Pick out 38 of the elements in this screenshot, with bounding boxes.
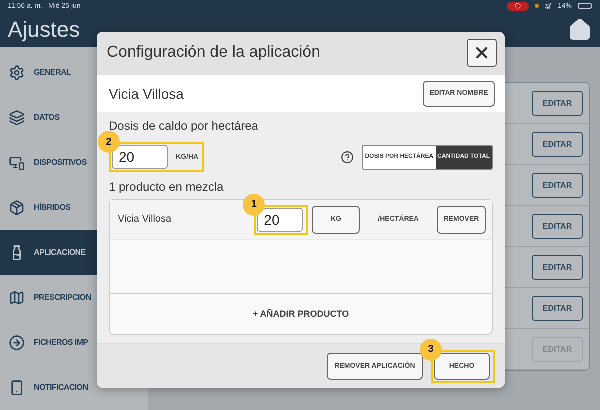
recording-icon: [506, 2, 529, 10]
sidebar-icon: [9, 110, 25, 126]
sidebar-icon: [9, 290, 25, 306]
sidebar-label: DATOS: [34, 113, 60, 122]
help-icon[interactable]: [341, 150, 354, 164]
sidebar-item[interactable]: NOTIFICACION: [0, 365, 148, 410]
indicator-dot: [534, 4, 539, 8]
edit-button[interactable]: EDITAR: [532, 254, 583, 280]
dialog-title: Configuración de la aplicación: [107, 44, 322, 62]
edit-button[interactable]: EDITAR: [532, 172, 583, 198]
product-name: Vicia Villosa: [118, 214, 173, 226]
sidebar-label: NOTIFICACION: [34, 383, 88, 392]
products-count: 1 producto en mezcla: [109, 180, 225, 194]
close-button[interactable]: [467, 39, 497, 68]
sidebar-label: APLICACIONE: [34, 248, 86, 257]
battery-icon: [578, 3, 592, 9]
edit-button[interactable]: EDITAR: [532, 132, 583, 156]
edit-button[interactable]: EDITAR: [532, 296, 583, 320]
sidebar-label: DISPOSITIVOS: [34, 158, 87, 167]
dose-input[interactable]: 20: [112, 145, 168, 170]
sidebar-label: GENERAL: [34, 68, 72, 77]
home-icon[interactable]: [568, 18, 592, 42]
edit-button[interactable]: EDITAR: [532, 90, 583, 116]
dose-label: Dosis de caldo por hectárea: [109, 119, 260, 134]
sidebar-icon: [9, 200, 25, 216]
sidebar-icon: [9, 154, 25, 170]
callout-number: 3: [420, 338, 442, 361]
edit-button[interactable]: EDITAR: [532, 214, 583, 238]
sidebar-label: PRESCRIPCION: [34, 293, 92, 302]
sidebar-icon: [9, 380, 25, 396]
sidebar-label: FICHEROS IMP: [34, 338, 88, 347]
application-name: Vicia Villosa: [109, 86, 185, 102]
sidebar-label: HÍBRIDOS: [34, 203, 71, 212]
sidebar-icon: [9, 334, 25, 350]
sidebar-icon: [9, 64, 25, 80]
page-title: Ajustes: [8, 16, 82, 42]
amount-input[interactable]: 20: [257, 208, 304, 232]
airplane-icon: [544, 2, 552, 10]
